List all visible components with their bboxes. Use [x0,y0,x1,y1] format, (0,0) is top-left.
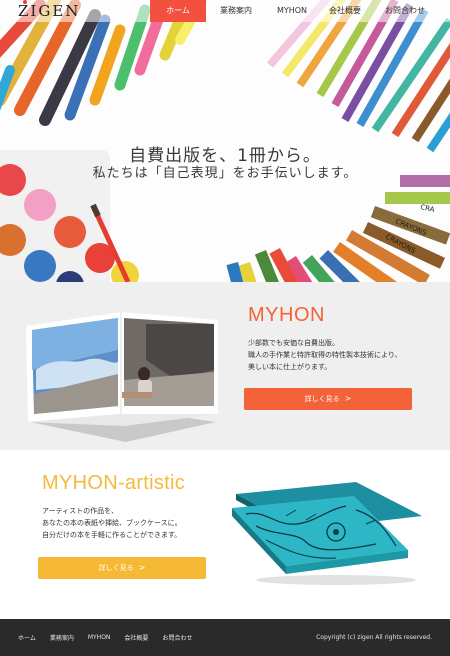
hero-section: CRA CRAYONS CRAYONS 自費出版を、1冊から。 私たちは「自己表… [0,0,450,282]
site-header: ZIGEN ホーム 業務案内 MYHON 会社概要 お問合わせ [0,0,450,22]
hero-subtitle: 私たちは「自己表現」をお手伝いします。 [92,166,358,181]
artistic-desc-line: 自分だけの本を手軽に作ることができます。 [42,531,182,539]
myhon-details-label: 詳しく見る [304,395,340,403]
myhon-description: 少部数でも安価な自費出版。 職人の手作業と特許取得の特性製本技術により、 美しい… [248,337,443,373]
artistic-section: MYHON-artistic アーティストの作品を、 あなたの本の表紙や挿絵、ブ… [0,450,450,619]
chevron-right-icon: > [344,394,352,403]
artistic-details-label: 詳しく見る [98,564,134,572]
myhon-desc-line: 少部数でも安価な自費出版。 [248,339,339,347]
footer-link-services[interactable]: 業務案内 [50,633,74,642]
site-footer: ホーム 業務案内 MYHON 会社概要 お問合わせ Copyright (c) … [0,619,450,656]
nav-item-company[interactable]: 会社概要 [318,0,372,22]
copyright-text: Copyright (c) zigen All rights reserved. [316,634,432,641]
logo-dot-icon [23,0,27,4]
artistic-details-button[interactable]: 詳しく見る > [38,557,206,579]
myhon-details-button[interactable]: 詳しく見る > [244,388,412,410]
chevron-right-icon: > [138,563,146,572]
nav-item-myhon[interactable]: MYHON [266,0,318,22]
main-nav: ホーム 業務案内 MYHON 会社概要 お問合わせ [150,0,438,22]
brand-logo[interactable]: ZIGEN [18,0,81,20]
artistic-desc-line: あなたの本の表紙や挿絵、ブックケースに。 [42,519,182,527]
myhon-desc-line: 職人の手作業と特許取得の特性製本技術により、 [248,351,402,359]
footer-link-home[interactable]: ホーム [18,633,36,642]
artistic-desc-line: アーティストの作品を、 [42,507,119,515]
nav-item-contact[interactable]: お問合わせ [372,0,438,22]
logo-text: ZIGEN [18,2,81,20]
myhon-title: MYHON [248,304,325,326]
footer-link-company[interactable]: 会社概要 [124,633,148,642]
myhon-desc-line: 美しい本に仕上がります。 [248,363,332,371]
myhon-section: MYHON 少部数でも安価な自費出版。 職人の手作業と特許取得の特性製本技術によ… [0,282,450,450]
footer-link-myhon[interactable]: MYHON [88,634,111,641]
artistic-title: MYHON-artistic [42,472,186,494]
artistic-description: アーティストの作品を、 あなたの本の表紙や挿絵、ブックケースに。 自分だけの本を… [42,505,242,541]
crayon-label-1: CRA [420,203,436,214]
nav-item-services[interactable]: 業務案内 [206,0,266,22]
open-photobook-image [26,312,218,442]
artistic-book-image [232,482,422,585]
footer-link-contact[interactable]: お問合わせ [162,633,192,642]
footer-nav: ホーム 業務案内 MYHON 会社概要 お問合わせ [18,619,206,656]
nav-item-home[interactable]: ホーム [150,0,206,22]
